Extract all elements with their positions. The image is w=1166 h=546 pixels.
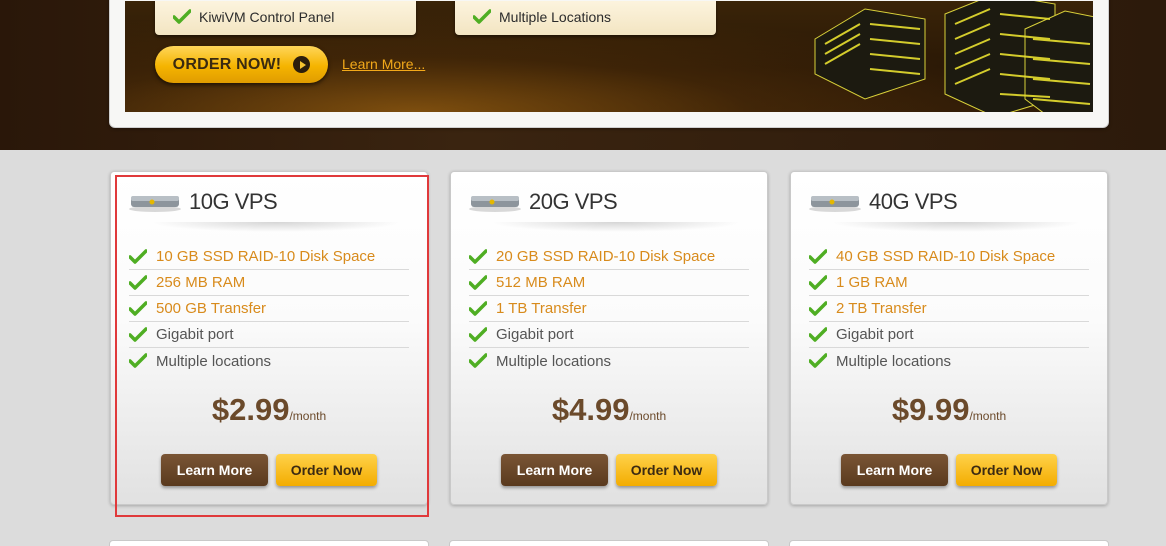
feature-text: 512 MB RAM bbox=[496, 274, 586, 291]
learn-more-button[interactable]: Learn More bbox=[841, 454, 948, 486]
plan-price: $2.99/month bbox=[111, 392, 427, 428]
feature-text: 1 TB Transfer bbox=[496, 300, 587, 317]
feature-text: 500 GB Transfer bbox=[156, 300, 267, 317]
plan-price: $9.99/month bbox=[791, 392, 1107, 428]
list-item: 256 MB RAM bbox=[129, 270, 409, 296]
checkmark-icon bbox=[809, 326, 827, 342]
checkmark-icon bbox=[809, 353, 827, 368]
next-plan-card-edge bbox=[109, 540, 429, 546]
hero-feature-box: Multiple Locations bbox=[455, 1, 716, 35]
hero-banner: KiwiVM Control Panel Multiple Locations … bbox=[125, 1, 1093, 112]
feature-text: Gigabit port bbox=[496, 326, 574, 343]
list-item: Multiple locations bbox=[809, 348, 1089, 374]
feature-text: Gigabit port bbox=[156, 326, 234, 343]
price-period: /month bbox=[289, 409, 327, 423]
list-item: Gigabit port bbox=[809, 322, 1089, 348]
checkmark-icon bbox=[473, 9, 491, 24]
hero-feature-label: Multiple Locations bbox=[499, 9, 612, 25]
price-period: /month bbox=[629, 409, 667, 423]
list-item: 2 TB Transfer bbox=[809, 296, 1089, 322]
disk-drive-icon bbox=[469, 196, 521, 212]
checkmark-icon bbox=[129, 353, 147, 368]
checkmark-icon bbox=[469, 300, 487, 316]
hero-feature-box: KiwiVM Control Panel bbox=[155, 1, 416, 35]
checkmark-icon bbox=[809, 248, 827, 264]
checkmark-icon bbox=[129, 274, 147, 290]
checkmark-icon bbox=[469, 274, 487, 290]
hero-learn-more-link[interactable]: Learn More... bbox=[342, 56, 425, 72]
hero-frame: KiwiVM Control Panel Multiple Locations … bbox=[109, 0, 1109, 128]
plan-feature-list: 20 GB SSD RAID-10 Disk Space 512 MB RAM … bbox=[469, 244, 749, 374]
checkmark-icon bbox=[469, 353, 487, 368]
list-item: 1 GB RAM bbox=[809, 270, 1089, 296]
list-item: Multiple locations bbox=[469, 348, 749, 374]
title-divider bbox=[491, 222, 741, 232]
list-item: 10 GB SSD RAID-10 Disk Space bbox=[129, 244, 409, 270]
price-amount: $9.99 bbox=[891, 392, 970, 427]
plan-card-10g: 10G VPS 10 GB SSD RAID-10 Disk Space 256… bbox=[110, 171, 429, 517]
play-arrow-icon bbox=[293, 56, 311, 73]
learn-more-button[interactable]: Learn More bbox=[161, 454, 268, 486]
feature-text: Multiple locations bbox=[836, 352, 952, 370]
plan-title: 40G VPS bbox=[869, 189, 958, 214]
list-item: 500 GB Transfer bbox=[129, 296, 409, 322]
checkmark-icon bbox=[129, 300, 147, 316]
hero-order-now-button[interactable]: ORDER NOW! bbox=[155, 46, 328, 83]
server-rack-graphic bbox=[814, 1, 1093, 112]
list-item: Multiple locations bbox=[129, 348, 409, 374]
checkmark-icon bbox=[469, 326, 487, 342]
plan-feature-list: 40 GB SSD RAID-10 Disk Space 1 GB RAM 2 … bbox=[809, 244, 1089, 374]
disk-drive-icon bbox=[129, 196, 181, 212]
list-item: Gigabit port bbox=[129, 322, 409, 348]
list-item: Gigabit port bbox=[469, 322, 749, 348]
list-item: 1 TB Transfer bbox=[469, 296, 749, 322]
title-divider bbox=[831, 222, 1081, 232]
feature-text: 40 GB SSD RAID-10 Disk Space bbox=[836, 248, 1056, 265]
order-now-button[interactable]: Order Now bbox=[956, 454, 1057, 486]
plan-title: 10G VPS bbox=[189, 189, 278, 214]
next-plan-card-edge bbox=[789, 540, 1109, 546]
checkmark-icon bbox=[469, 248, 487, 264]
plan-card-40g: 40G VPS 40 GB SSD RAID-10 Disk Space 1 G… bbox=[790, 171, 1108, 505]
price-amount: $2.99 bbox=[211, 392, 290, 427]
checkmark-icon bbox=[129, 326, 147, 342]
feature-text: 256 MB RAM bbox=[156, 274, 246, 291]
feature-text: 1 GB RAM bbox=[836, 274, 908, 291]
feature-text: 2 TB Transfer bbox=[836, 300, 927, 317]
feature-text: 10 GB SSD RAID-10 Disk Space bbox=[156, 248, 376, 265]
price-amount: $4.99 bbox=[551, 392, 630, 427]
title-divider bbox=[151, 222, 401, 232]
next-plan-card-edge bbox=[449, 540, 769, 546]
checkmark-icon bbox=[809, 300, 827, 316]
list-item: 40 GB SSD RAID-10 Disk Space bbox=[809, 244, 1089, 270]
feature-text: Multiple locations bbox=[496, 352, 612, 370]
feature-text: 20 GB SSD RAID-10 Disk Space bbox=[496, 248, 716, 265]
plan-price: $4.99/month bbox=[451, 392, 767, 428]
hero-feature-label: KiwiVM Control Panel bbox=[199, 9, 335, 25]
learn-more-button[interactable]: Learn More bbox=[501, 454, 608, 486]
list-item: 512 MB RAM bbox=[469, 270, 749, 296]
order-now-button[interactable]: Order Now bbox=[616, 454, 717, 486]
checkmark-icon bbox=[173, 9, 191, 24]
order-now-button[interactable]: Order Now bbox=[276, 454, 377, 486]
plan-feature-list: 10 GB SSD RAID-10 Disk Space 256 MB RAM … bbox=[129, 244, 409, 374]
plan-card-20g: 20G VPS 20 GB SSD RAID-10 Disk Space 512… bbox=[450, 171, 768, 505]
feature-text: Gigabit port bbox=[836, 326, 914, 343]
feature-text: Multiple locations bbox=[156, 352, 272, 370]
hero-order-now-label: ORDER NOW! bbox=[172, 55, 282, 73]
plan-title: 20G VPS bbox=[529, 189, 618, 214]
list-item: 20 GB SSD RAID-10 Disk Space bbox=[469, 244, 749, 270]
disk-drive-icon bbox=[809, 196, 861, 212]
checkmark-icon bbox=[129, 248, 147, 264]
price-period: /month bbox=[969, 409, 1007, 423]
checkmark-icon bbox=[809, 274, 827, 290]
